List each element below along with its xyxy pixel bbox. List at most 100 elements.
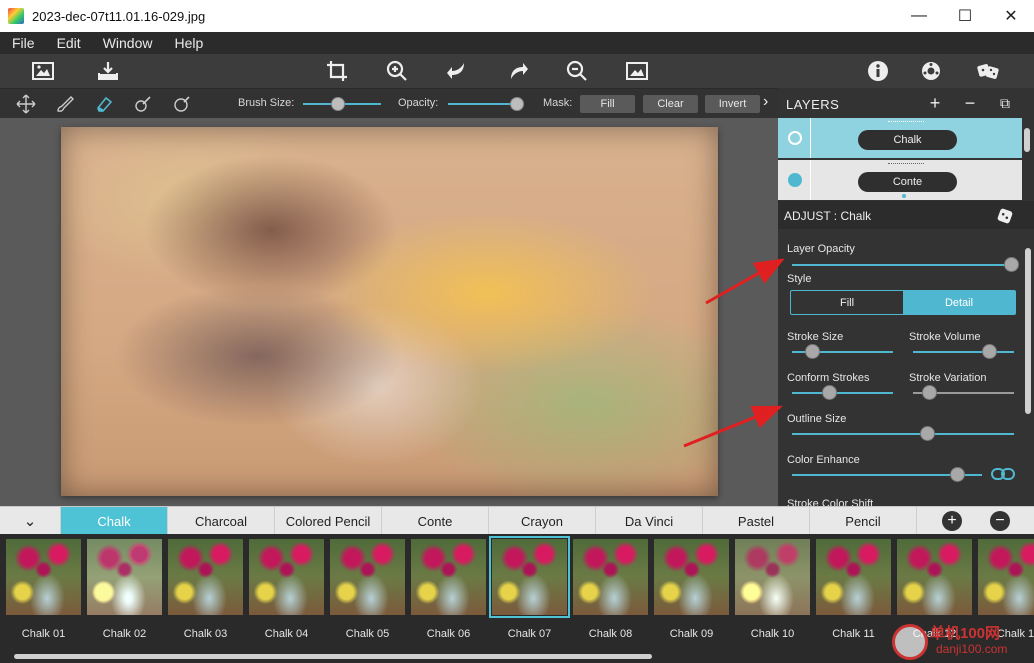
preset-tile[interactable]: Chalk 11 — [816, 539, 891, 640]
canvas-area[interactable] — [0, 118, 778, 506]
zoom-in-icon[interactable] — [384, 58, 410, 84]
style-tabs: ⌄ Chalk Charcoal Colored Pencil Conte Cr… — [0, 506, 1034, 535]
layer-visibility-radio[interactable] — [788, 131, 802, 145]
link-icon[interactable] — [991, 467, 1015, 481]
add-layer-button[interactable]: + — [926, 94, 944, 112]
tab-conte[interactable]: Conte — [382, 507, 489, 535]
preset-thumbnail[interactable] — [168, 539, 243, 615]
more-tools-button[interactable]: › — [763, 93, 768, 111]
undo-icon[interactable] — [444, 58, 470, 84]
crop-icon[interactable] — [324, 58, 350, 84]
preset-tile[interactable]: Chalk 03 — [168, 539, 243, 640]
preset-thumbnail[interactable] — [411, 539, 486, 615]
style-detail-option[interactable]: Detail — [903, 291, 1015, 314]
remove-preset-button[interactable]: − — [990, 511, 1010, 531]
adjust-scrollbar[interactable] — [1025, 248, 1031, 414]
restore-brush-icon[interactable] — [172, 94, 192, 114]
redo-icon[interactable] — [505, 58, 531, 84]
tab-charcoal[interactable]: Charcoal — [168, 507, 275, 535]
remove-layer-button[interactable]: − — [961, 94, 979, 112]
zoom-out-icon[interactable] — [564, 58, 590, 84]
smudge-brush-icon[interactable] — [133, 94, 153, 114]
preset-thumbnail[interactable] — [654, 539, 729, 615]
preset-tile[interactable]: Chalk 02 — [87, 539, 162, 640]
layer-row-chalk[interactable]: Chalk — [778, 118, 1022, 158]
preset-tile[interactable]: Chalk 09 — [654, 539, 729, 640]
tab-da-vinci[interactable]: Da Vinci — [596, 507, 703, 535]
duplicate-layer-icon[interactable]: ⧉ — [996, 94, 1014, 112]
preset-tile[interactable]: Chalk 07 — [489, 536, 570, 640]
add-preset-button[interactable]: + — [942, 511, 962, 531]
tab-crayon[interactable]: Crayon — [489, 507, 596, 535]
style-fill-option[interactable]: Fill — [791, 291, 903, 314]
preset-thumbnail[interactable] — [735, 539, 810, 615]
preset-thumbnail[interactable] — [816, 539, 891, 615]
menu-edit[interactable]: Edit — [57, 35, 81, 51]
preset-thumbnail[interactable] — [978, 539, 1034, 615]
layer-opacity-slider[interactable] — [792, 264, 1012, 266]
preset-tile[interactable]: Chalk 05 — [330, 539, 405, 640]
opacity-knob[interactable] — [510, 97, 524, 111]
menu-file[interactable]: File — [12, 35, 35, 51]
main-toolbar — [0, 54, 1034, 88]
minimize-button[interactable]: — — [896, 0, 942, 32]
tab-colored-pencil[interactable]: Colored Pencil — [275, 507, 382, 535]
brush-icon[interactable] — [55, 94, 75, 114]
preset-label: Chalk 06 — [426, 628, 471, 640]
layer-opacity-knob[interactable] — [1004, 257, 1020, 272]
fit-image-icon[interactable] — [624, 58, 650, 84]
stroke-size-knob[interactable] — [804, 344, 820, 359]
menu-help[interactable]: Help — [174, 35, 203, 51]
layer-name-pill[interactable]: Chalk — [858, 130, 957, 150]
layer-name-pill[interactable]: Conte — [858, 172, 957, 192]
save-image-icon[interactable] — [95, 58, 121, 84]
preset-thumbnail[interactable] — [489, 536, 570, 618]
menu-window[interactable]: Window — [103, 35, 153, 51]
layer-row-conte[interactable]: Conte — [778, 160, 1022, 200]
eraser-icon[interactable] — [94, 94, 114, 114]
drag-handle[interactable] — [888, 163, 924, 164]
stroke-volume-slider[interactable] — [913, 351, 1014, 353]
info-icon[interactable] — [865, 58, 891, 84]
open-image-icon[interactable] — [30, 58, 56, 84]
mask-label: Mask: — [543, 97, 573, 109]
preset-thumbnail[interactable] — [573, 539, 648, 615]
random-dice-icon[interactable] — [975, 58, 1001, 84]
maximize-button[interactable]: ☐ — [942, 0, 988, 32]
close-button[interactable]: ✕ — [988, 0, 1034, 32]
preset-tile[interactable]: Chalk 06 — [411, 539, 486, 640]
mask-fill-button[interactable]: Fill — [580, 95, 635, 113]
layer-visibility-radio[interactable] — [788, 173, 802, 187]
tab-pastel[interactable]: Pastel — [703, 507, 810, 535]
outline-size-knob[interactable] — [920, 426, 936, 441]
artwork-preview[interactable] — [61, 127, 718, 496]
layers-scrollbar[interactable] — [1024, 128, 1030, 152]
preset-tile[interactable]: Chalk 08 — [573, 539, 648, 640]
preset-tile[interactable]: Chalk 01 — [6, 539, 81, 640]
conform-strokes-knob[interactable] — [822, 385, 838, 400]
settings-icon[interactable] — [918, 58, 944, 84]
random-dice-icon[interactable] — [996, 207, 1014, 225]
preset-tile[interactable]: Chalk 04 — [249, 539, 324, 640]
conform-strokes-slider[interactable] — [792, 392, 893, 394]
preset-thumbnail[interactable] — [330, 539, 405, 615]
preset-thumbnail[interactable] — [6, 539, 81, 615]
mask-invert-button[interactable]: Invert — [705, 95, 760, 113]
panel-splitter-handle[interactable] — [902, 194, 906, 198]
color-enhance-knob[interactable] — [949, 467, 965, 482]
collapse-presets-button[interactable]: ⌄ — [0, 507, 61, 535]
mask-clear-button[interactable]: Clear — [643, 95, 698, 113]
preset-thumbnail[interactable] — [249, 539, 324, 615]
drag-handle[interactable] — [888, 121, 924, 122]
tab-chalk[interactable]: Chalk — [61, 507, 168, 535]
preset-thumbnail[interactable] — [87, 539, 162, 615]
brush-size-knob[interactable] — [331, 97, 345, 111]
move-icon[interactable] — [16, 94, 36, 114]
tab-pencil[interactable]: Pencil — [810, 507, 917, 535]
outline-size-slider[interactable] — [792, 433, 1014, 435]
presets-scrollbar[interactable] — [14, 654, 652, 659]
preset-tile[interactable]: Chalk 10 — [735, 539, 810, 640]
stroke-variation-knob[interactable] — [921, 385, 937, 400]
stroke-volume-knob[interactable] — [981, 344, 997, 359]
preset-thumbnail[interactable] — [897, 539, 972, 615]
